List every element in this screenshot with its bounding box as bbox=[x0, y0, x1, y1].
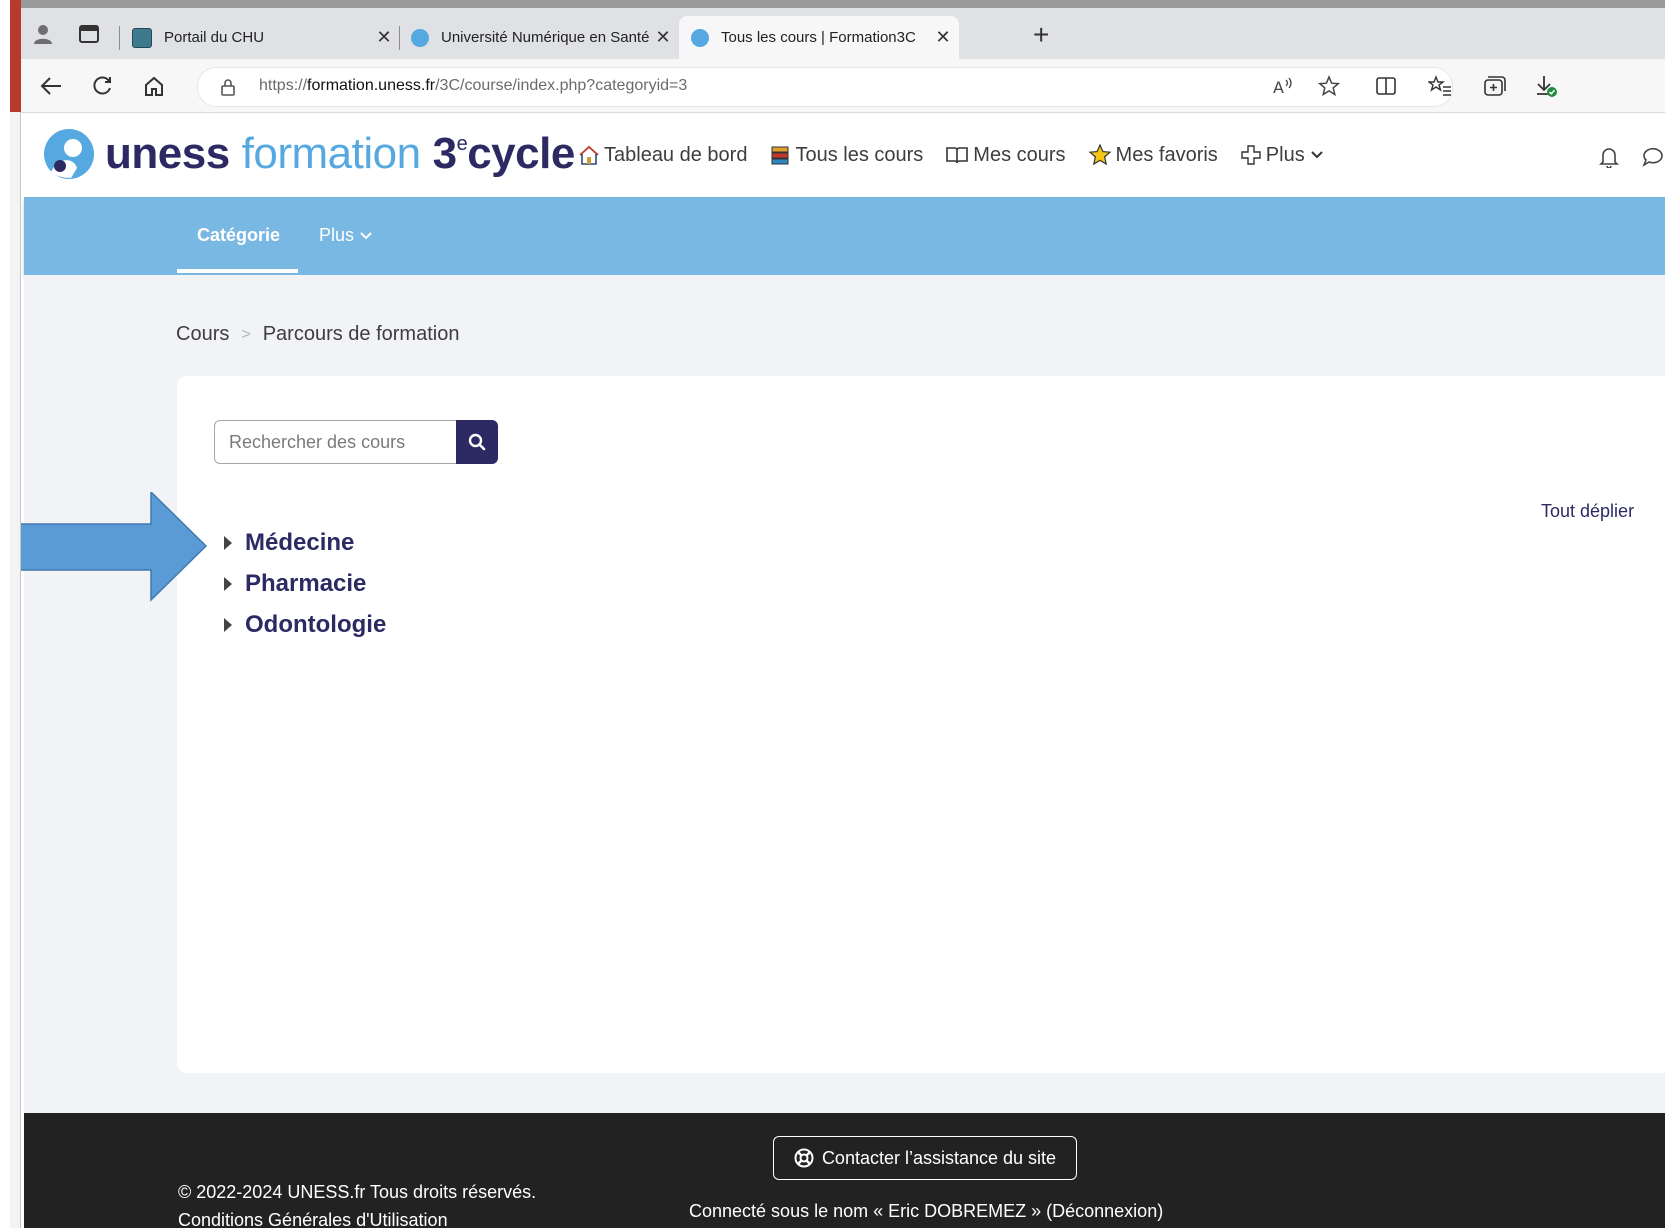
refresh-icon[interactable] bbox=[87, 71, 117, 101]
read-aloud-icon[interactable]: A bbox=[1268, 71, 1298, 101]
nav-label: Mes cours bbox=[973, 143, 1066, 166]
messages-icon[interactable] bbox=[1641, 146, 1665, 168]
tab-tous-les-cours[interactable]: Tous les cours | Formation3C ✕ bbox=[679, 16, 959, 59]
new-tab-icon[interactable]: + bbox=[1033, 21, 1049, 49]
logo-text-number: 3 bbox=[432, 129, 457, 178]
annotation-arrow bbox=[21, 492, 208, 602]
back-icon[interactable] bbox=[36, 71, 66, 101]
desktop-edge bbox=[0, 0, 10, 1228]
tab-portail-chu[interactable]: Portail du CHU ✕ bbox=[120, 16, 400, 59]
category-label[interactable]: Odontologie bbox=[245, 611, 386, 639]
logo-text-cycle-word: cycle bbox=[467, 129, 575, 178]
uness-favicon-icon bbox=[411, 28, 429, 47]
nav-mes-favoris[interactable]: Mes favoris bbox=[1088, 143, 1218, 167]
background-window-edge bbox=[10, 0, 21, 112]
tab-title: Portail du CHU bbox=[164, 29, 265, 46]
search-button[interactable] bbox=[456, 420, 498, 464]
formation3c-favicon-icon bbox=[691, 28, 709, 47]
url-text[interactable]: https://formation.uness.fr/3C/course/ind… bbox=[259, 77, 687, 95]
terms-link[interactable]: Conditions Générales d'Utilisation bbox=[178, 1210, 448, 1228]
plus-icon bbox=[1240, 144, 1262, 166]
close-tab-icon[interactable]: ✕ bbox=[931, 27, 955, 48]
favorite-star-icon[interactable] bbox=[1314, 71, 1344, 101]
split-screen-icon[interactable] bbox=[1371, 71, 1401, 101]
chu-favicon-icon bbox=[132, 27, 152, 48]
active-tab-indicator bbox=[177, 269, 298, 273]
star-icon bbox=[1088, 143, 1112, 167]
category-pharmacie[interactable]: Pharmacie bbox=[224, 570, 366, 598]
lifebuoy-icon bbox=[794, 1148, 814, 1168]
logged-in-text[interactable]: Connecté sous le nom « Eric DOBREMEZ » (… bbox=[689, 1201, 1163, 1222]
category-medecine[interactable]: Médecine bbox=[224, 529, 354, 557]
tab-uness[interactable]: Université Numérique en Santé et ✕ bbox=[399, 16, 679, 59]
breadcrumb-link-cours[interactable]: Cours bbox=[176, 323, 229, 346]
nav-label: Mes favoris bbox=[1115, 143, 1218, 166]
category-odontologie[interactable]: Odontologie bbox=[224, 611, 386, 639]
collections-icon[interactable] bbox=[1479, 71, 1509, 101]
secondary-navigation: Catégorie Plus bbox=[24, 197, 1665, 275]
tab-title: Université Numérique en Santé et bbox=[441, 29, 651, 46]
search-input[interactable] bbox=[214, 420, 456, 464]
downloads-icon[interactable] bbox=[1531, 71, 1561, 101]
course-search bbox=[214, 420, 498, 464]
address-bar[interactable]: https://formation.uness.fr/3C/course/ind… bbox=[197, 67, 1453, 107]
nav-mes-cours[interactable]: Mes cours bbox=[945, 143, 1066, 167]
logo-text-cycle: 3ecycle bbox=[432, 129, 576, 179]
url-host: formation.uness.fr bbox=[307, 77, 436, 94]
main-navigation: Tableau de bord Tous les cours Mes cours… bbox=[578, 143, 1349, 167]
subnav-more-label: Plus bbox=[319, 225, 355, 245]
nav-tableau-de-bord[interactable]: Tableau de bord bbox=[578, 144, 747, 167]
nav-label: Tous les cours bbox=[795, 143, 924, 166]
close-tab-icon[interactable]: ✕ bbox=[372, 27, 396, 48]
site-logo[interactable]: uness formation 3ecycle bbox=[43, 128, 575, 180]
nav-label: Tableau de bord bbox=[604, 143, 748, 166]
favorites-icon[interactable] bbox=[1425, 71, 1455, 101]
tab-actions-icon[interactable] bbox=[75, 20, 103, 48]
nav-label: Plus bbox=[1265, 143, 1305, 166]
nav-plus-dropdown[interactable]: Plus bbox=[1240, 144, 1327, 167]
notifications-icon[interactable] bbox=[1599, 146, 1619, 168]
url-scheme: https:// bbox=[259, 77, 308, 94]
contact-support-label: Contacter l’assistance du site bbox=[821, 1147, 1057, 1168]
breadcrumb-current: Parcours de formation bbox=[262, 323, 460, 345]
breadcrumb-separator-icon: > bbox=[241, 325, 251, 343]
expand-all-link[interactable]: Tout déplier bbox=[1541, 501, 1634, 522]
tab-categorie[interactable]: Catégorie bbox=[197, 225, 280, 246]
contact-support-button[interactable]: Contacter l’assistance du site bbox=[773, 1136, 1077, 1180]
copyright-text: © 2022-2024 UNESS.fr Tous droits réservé… bbox=[178, 1182, 537, 1202]
tab-strip: Portail du CHU ✕ Université Numérique en… bbox=[21, 8, 1665, 59]
browser-toolbar: https://formation.uness.fr/3C/course/ind… bbox=[21, 59, 1665, 113]
breadcrumb: Cours > Parcours de formation bbox=[176, 323, 459, 346]
search-icon bbox=[468, 433, 486, 451]
svg-text:A: A bbox=[1273, 78, 1284, 96]
expand-triangle-icon[interactable] bbox=[224, 577, 232, 591]
profile-icon[interactable] bbox=[29, 20, 57, 48]
category-label[interactable]: Médecine bbox=[245, 529, 354, 557]
logo-text-superscript: e bbox=[456, 133, 468, 155]
category-label[interactable]: Pharmacie bbox=[245, 570, 366, 598]
chevron-down-icon bbox=[1310, 151, 1323, 159]
logo-text-formation: formation bbox=[241, 129, 421, 178]
tab-plus-dropdown[interactable]: Plus bbox=[319, 225, 372, 246]
expand-triangle-icon[interactable] bbox=[224, 618, 232, 632]
lock-icon[interactable] bbox=[220, 78, 236, 101]
chevron-down-icon bbox=[360, 231, 372, 240]
background-window-border bbox=[10, 112, 21, 1228]
site-header: uness formation 3ecycle Tableau de bord … bbox=[21, 113, 1665, 196]
browser-window: Portail du CHU ✕ Université Numérique en… bbox=[21, 8, 1665, 1228]
books-icon bbox=[769, 144, 791, 166]
url-path: /3C/course/index.php?categoryid=3 bbox=[435, 77, 688, 94]
nav-tous-les-cours[interactable]: Tous les cours bbox=[769, 144, 923, 167]
logo-text-uness: uness bbox=[105, 129, 230, 178]
uness-logo-icon bbox=[44, 129, 94, 179]
tab-title: Tous les cours | Formation3C bbox=[721, 29, 916, 46]
expand-triangle-icon[interactable] bbox=[224, 536, 232, 550]
course-category-card bbox=[177, 376, 1665, 1073]
home-icon bbox=[578, 144, 600, 166]
close-tab-icon[interactable]: ✕ bbox=[651, 27, 675, 48]
home-icon[interactable] bbox=[139, 71, 169, 101]
book-open-icon bbox=[945, 145, 969, 165]
